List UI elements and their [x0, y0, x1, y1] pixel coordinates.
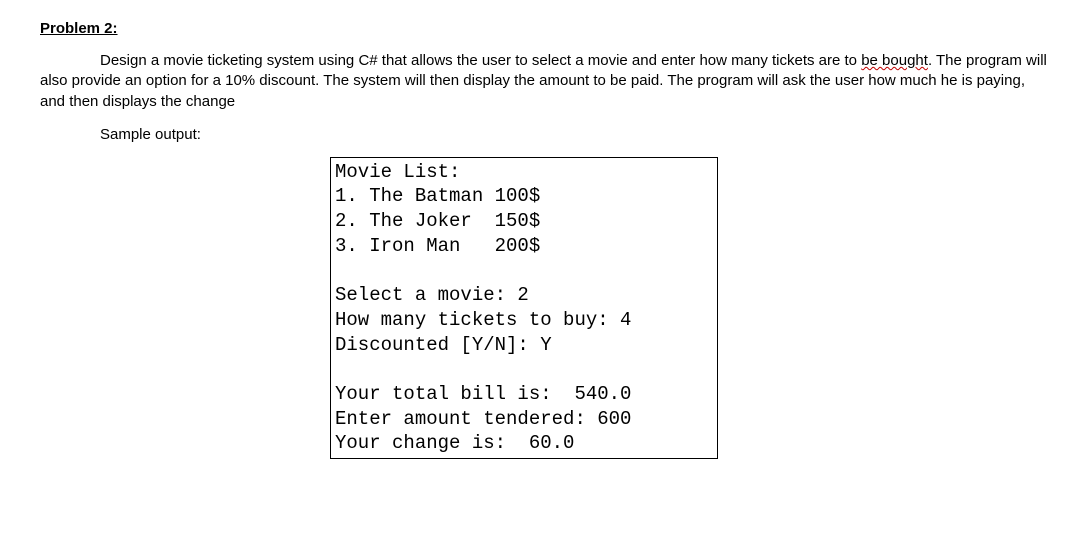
desc-text-1: Design a movie ticketing system using C#… [100, 52, 861, 69]
output-line: Discounted [Y/N]: Y [335, 334, 552, 356]
output-line: 2. The Joker 150$ [335, 210, 540, 232]
sample-output-box: Movie List: 1. The Batman 100$ 2. The Jo… [330, 157, 718, 459]
desc-squiggly: be bought [861, 52, 928, 69]
problem-description: Design a movie ticketing system using C#… [40, 51, 1050, 112]
problem-title: Problem 2: [40, 20, 1050, 37]
output-line: 1. The Batman 100$ [335, 185, 540, 207]
output-line: Your total bill is: 540.0 [335, 383, 631, 405]
output-line: Your change is: 60.0 [335, 432, 574, 454]
output-line: Enter amount tendered: 600 [335, 408, 631, 430]
output-line: Select a movie: 2 [335, 284, 529, 306]
output-line: How many tickets to buy: 4 [335, 309, 631, 331]
output-line: Movie List: [335, 161, 460, 183]
sample-output-label: Sample output: [100, 126, 1050, 143]
output-line: 3. Iron Man 200$ [335, 235, 540, 257]
